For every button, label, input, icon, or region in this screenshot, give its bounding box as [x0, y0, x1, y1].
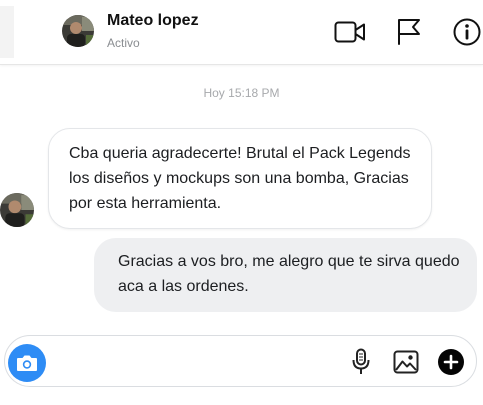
send-image-button[interactable] — [391, 347, 421, 377]
video-call-button[interactable] — [334, 16, 366, 48]
message-input[interactable] — [58, 347, 338, 379]
chat-header: Mateo lopez Activo — [0, 0, 483, 65]
sent-message: Gracias a vos bro, me alegro que te sirv… — [94, 238, 477, 312]
more-options-button[interactable] — [436, 347, 466, 377]
contact-name[interactable]: Mateo lopez — [107, 12, 199, 30]
image-icon — [393, 350, 419, 374]
flag-icon — [398, 19, 420, 45]
message-timestamp: Hoy 15:18 PM — [203, 86, 280, 100]
contact-status: Activo — [107, 36, 140, 50]
info-icon — [453, 18, 481, 46]
contact-avatar[interactable] — [62, 15, 94, 47]
back-area[interactable] — [0, 6, 14, 58]
camera-icon — [17, 355, 37, 371]
sender-avatar[interactable] — [0, 193, 34, 227]
received-message: Cba queria agradecerte! Brutal el Pack L… — [48, 128, 432, 229]
microphone-icon — [352, 348, 370, 374]
camera-button[interactable] — [8, 344, 46, 382]
report-button[interactable] — [393, 16, 425, 48]
plus-icon — [438, 349, 464, 375]
voice-message-button[interactable] — [346, 347, 376, 377]
video-call-icon — [334, 21, 365, 43]
info-button[interactable] — [451, 16, 483, 48]
